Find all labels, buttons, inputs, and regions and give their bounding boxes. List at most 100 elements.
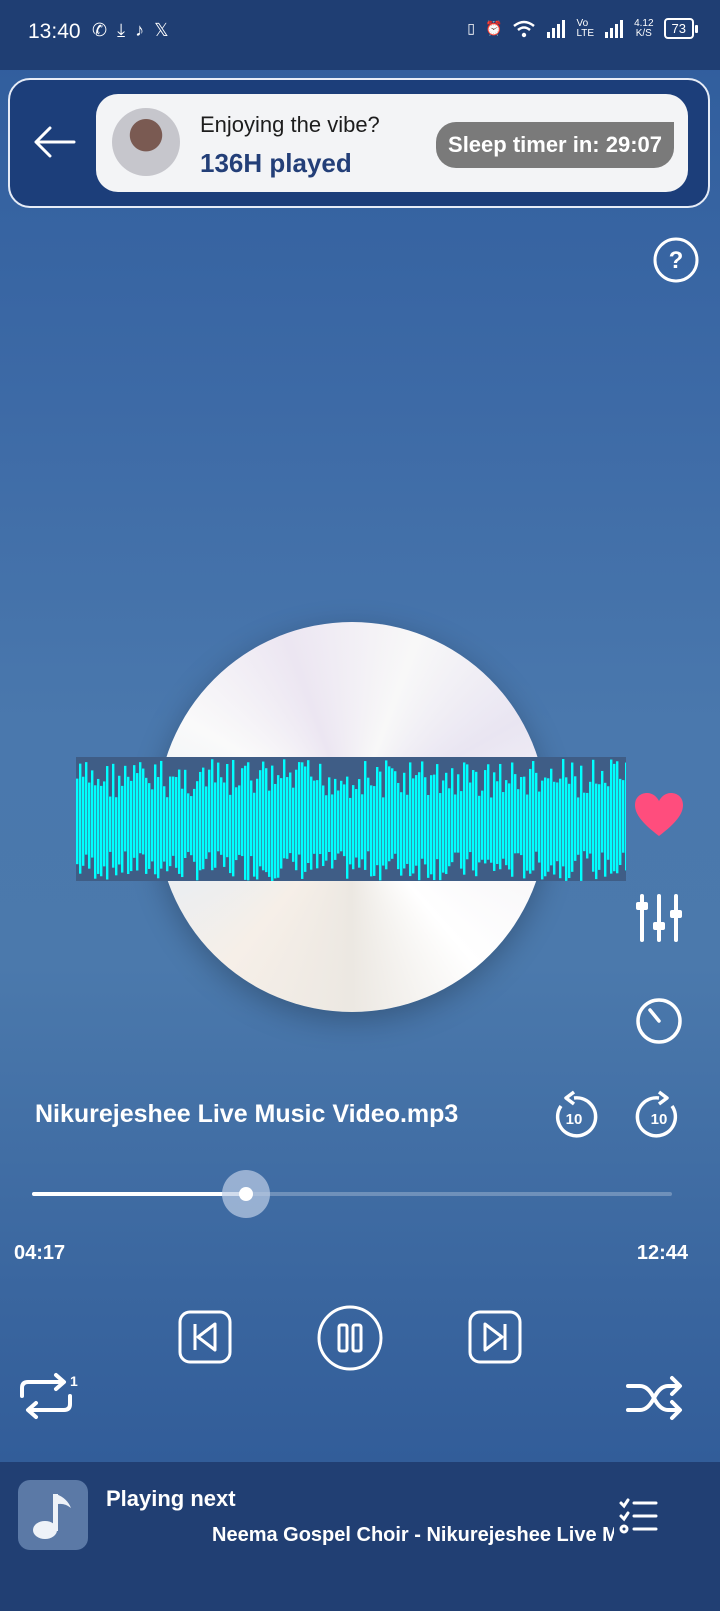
- visualizer-bar: [454, 794, 457, 853]
- track-title: Nikurejeshee Live Music Video.mp3: [35, 1100, 459, 1128]
- visualizer-bar: [265, 768, 268, 873]
- rewind-10-icon[interactable]: 10: [549, 1090, 599, 1142]
- pause-button[interactable]: [316, 1304, 384, 1372]
- visualizer-bar: [280, 778, 283, 869]
- visualizer-bar: [247, 762, 250, 881]
- visualizer-bar: [235, 787, 238, 861]
- visualizer-bar: [130, 780, 133, 872]
- visualizer-bar: [250, 780, 253, 857]
- visualizer-bar: [379, 771, 382, 881]
- visualizer-bar: [358, 779, 361, 868]
- elapsed-time: 04:17: [14, 1242, 66, 1264]
- heart-icon[interactable]: [634, 792, 684, 838]
- visualizer-bar: [622, 780, 625, 853]
- visualizer-bar: [142, 768, 145, 855]
- visualizer-bar: [535, 772, 538, 852]
- visualizer-bar: [424, 777, 427, 865]
- equalizer-icon[interactable]: [636, 892, 682, 944]
- playing-next-label: Playing next: [106, 1486, 236, 1511]
- played-hours: 136H played: [200, 148, 352, 178]
- visualizer-bar: [232, 759, 235, 877]
- visualizer-bar: [502, 792, 505, 859]
- visualizer-bar: [586, 792, 589, 859]
- visualizer-bar: [286, 777, 289, 859]
- visualizer-bar: [136, 773, 139, 871]
- visualizer-bar: [283, 759, 286, 859]
- visualizer-bar: [244, 765, 247, 880]
- visualizer-bar: [229, 794, 232, 874]
- seek-bar[interactable]: [32, 1170, 672, 1218]
- visualizer-bar: [103, 781, 106, 867]
- visualizer-bar: [451, 768, 454, 863]
- listening-stats-pill[interactable]: Enjoying the vibe? 136H played Sleep tim…: [96, 94, 688, 192]
- visualizer-bar: [145, 777, 148, 874]
- sleep-timer-icon[interactable]: [634, 996, 684, 1046]
- visualizer-bar: [517, 789, 520, 854]
- visualizer-bar: [292, 787, 295, 862]
- shuffle-icon[interactable]: [626, 1374, 684, 1422]
- visualizer-bar: [178, 769, 181, 874]
- visualizer-bar: [439, 793, 442, 881]
- visualizer-bar: [430, 775, 433, 875]
- status-bar: 13:40 ✆ ⤓ ♪ 𝕏 ▯ ⏰ Vo LTE 4.12 K/S 73: [0, 0, 720, 70]
- previous-button[interactable]: [178, 1310, 232, 1364]
- queue-list-icon[interactable]: [618, 1496, 658, 1536]
- visualizer-bar: [484, 770, 487, 864]
- visualizer-bar: [307, 760, 310, 863]
- sleep-timer-badge[interactable]: Sleep timer in: 29:07: [436, 122, 674, 168]
- visualizer-bar: [493, 772, 496, 871]
- svg-text:?: ?: [669, 247, 684, 274]
- playing-next-bar[interactable]: Playing next Neema Gospel Choir - Nikure…: [0, 1462, 720, 1611]
- visualizer-bar: [472, 770, 475, 871]
- forward-10-icon[interactable]: 10: [634, 1090, 684, 1142]
- visualizer-bar: [82, 776, 85, 866]
- visualizer-bar: [616, 761, 619, 874]
- visualizer-bar: [154, 764, 157, 875]
- visualizer-bar: [532, 761, 535, 871]
- svg-text:10: 10: [566, 1111, 583, 1128]
- audio-visualizer: [76, 757, 626, 881]
- svg-text:10: 10: [651, 1111, 668, 1128]
- visualizer-bar: [256, 778, 259, 880]
- total-time: 12:44: [636, 1242, 688, 1264]
- visualizer-bar: [568, 783, 571, 879]
- visualizer-bar: [262, 761, 265, 871]
- visualizer-bar: [577, 797, 580, 855]
- visualizer-bar: [202, 767, 205, 870]
- visualizer-bar: [523, 776, 526, 879]
- visualizer-bar: [106, 766, 109, 880]
- visualizer-bar: [316, 780, 319, 869]
- alarm-icon: ⏰: [485, 20, 503, 36]
- visualizer-bar: [490, 797, 493, 863]
- visualizer-bar: [334, 778, 337, 860]
- visualizer-bar: [109, 796, 112, 852]
- tiktok-icon: ♪: [135, 20, 145, 40]
- back-arrow-icon[interactable]: [30, 122, 78, 162]
- visualizer-bar: [187, 793, 190, 852]
- visualizer-bar: [325, 795, 328, 861]
- visualizer-bar: [415, 775, 418, 866]
- help-icon[interactable]: ?: [652, 236, 700, 284]
- visualizer-bar: [304, 766, 307, 872]
- vibrate-icon: ▯: [467, 20, 476, 36]
- visualizer-bar: [562, 759, 565, 867]
- status-time: 13:40: [28, 20, 81, 43]
- visualizer-bar: [163, 786, 166, 862]
- visualizer-bar: [271, 765, 274, 881]
- seek-bar-thumb[interactable]: [222, 1170, 271, 1218]
- visualizer-bar: [442, 780, 445, 873]
- volte-icon: Vo LTE: [576, 17, 595, 39]
- visualizer-bar: [193, 788, 196, 862]
- repeat-one-icon[interactable]: 1: [16, 1372, 78, 1420]
- visualizer-bar: [469, 782, 472, 853]
- visualizer-bar: [112, 763, 115, 868]
- visualizer-bar: [76, 778, 79, 865]
- visualizer-bar: [253, 792, 256, 877]
- visualizer-bar: [160, 760, 163, 869]
- visualizer-bar: [433, 774, 436, 881]
- visualizer-bar: [505, 780, 508, 866]
- x-icon: 𝕏: [154, 20, 169, 40]
- next-button[interactable]: [468, 1310, 522, 1364]
- visualizer-bar: [217, 762, 220, 852]
- visualizer-bar: [175, 777, 178, 868]
